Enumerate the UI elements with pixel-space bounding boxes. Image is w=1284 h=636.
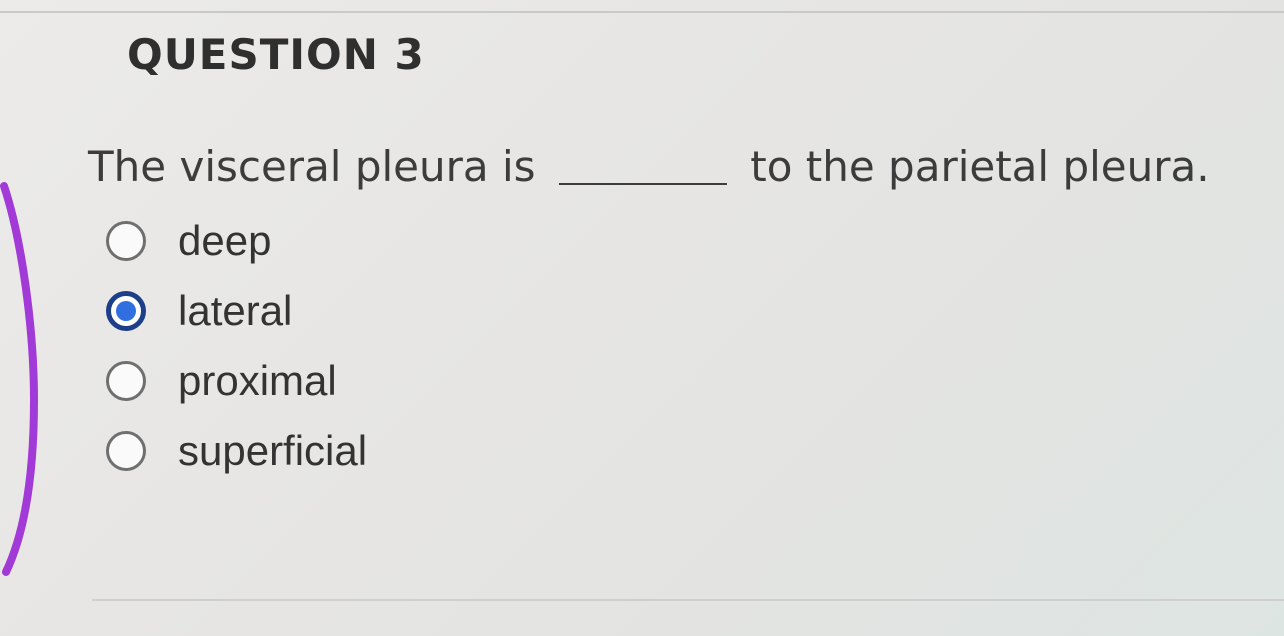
option-label: deep [178, 217, 272, 264]
question-text-before-blank: The visceral pleura is [88, 142, 536, 191]
radio-selected-dot [116, 301, 136, 321]
bottom-divider [92, 599, 1284, 601]
option-label: lateral [178, 287, 293, 334]
question-text-after-blank: to the parietal pleura. [750, 142, 1210, 191]
radio-button[interactable] [106, 361, 146, 401]
radio-button-selected[interactable] [106, 291, 146, 331]
option-superficial[interactable]: superficial [106, 416, 367, 486]
hand-drawn-bracket-annotation [0, 182, 39, 576]
top-divider [0, 11, 1284, 13]
option-label: proximal [178, 357, 337, 404]
question-heading: QUESTION 3 [127, 30, 425, 79]
answer-blank [558, 145, 727, 185]
radio-button[interactable] [106, 221, 146, 261]
option-deep[interactable]: deep [106, 206, 367, 276]
option-label: superficial [178, 427, 368, 474]
answer-options: deep lateral proximal superficial [106, 206, 367, 486]
question-prompt: The visceral pleura is to the parietal p… [88, 142, 1210, 191]
option-lateral[interactable]: lateral [106, 276, 367, 346]
option-proximal[interactable]: proximal [106, 346, 367, 416]
radio-button[interactable] [106, 431, 146, 471]
